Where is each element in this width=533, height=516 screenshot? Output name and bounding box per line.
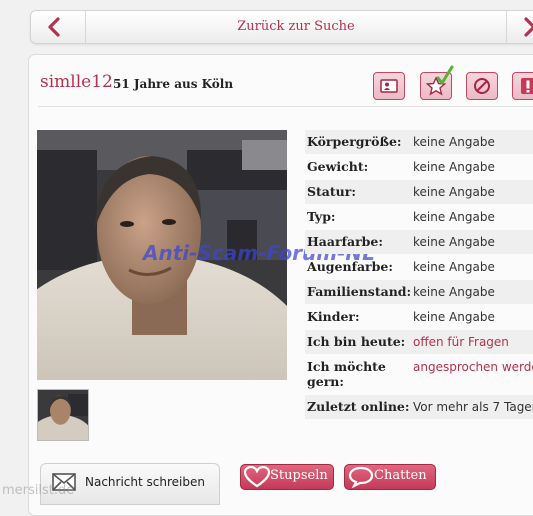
- detail-value-children: keine Angabe: [413, 310, 495, 324]
- photo-card-button[interactable]: [373, 72, 405, 100]
- detail-label-last-online: Zuletzt online:: [307, 399, 410, 414]
- block-button[interactable]: [466, 72, 498, 100]
- report-icon: [521, 78, 533, 94]
- detail-value-build: keine Angabe: [413, 185, 495, 199]
- chatten-button[interactable]: Chatten: [344, 464, 436, 490]
- speech-bubble-icon: [348, 466, 374, 488]
- report-button[interactable]: [512, 72, 533, 100]
- photo-thumbnail[interactable]: [37, 389, 89, 441]
- detail-label-hair-color: Haarfarbe:: [307, 234, 383, 249]
- chevron-right-icon: [524, 17, 533, 37]
- detail-value-weight: keine Angabe: [413, 160, 495, 174]
- detail-label-eye-color: Augenfarbe:: [307, 259, 393, 274]
- footer-watermark: mersilst.de: [2, 483, 75, 498]
- header-divider: [38, 106, 533, 107]
- detail-value-eye-color: keine Angabe: [413, 260, 495, 274]
- detail-value-last-online: Vor mehr als 7 Tagen: [413, 400, 533, 414]
- next-button[interactable]: [506, 11, 533, 43]
- back-button[interactable]: [31, 11, 86, 43]
- favorite-star-icon: [425, 65, 454, 96]
- chatten-label: Chatten: [374, 468, 427, 483]
- block-icon: [474, 78, 490, 94]
- detail-label-mood-today: Ich bin heute:: [307, 334, 406, 349]
- detail-value-type: keine Angabe: [413, 210, 495, 224]
- favorite-button[interactable]: [420, 65, 454, 100]
- detail-label-type: Typ:: [307, 209, 336, 224]
- write-message-label: Nachricht schreiben: [85, 475, 205, 489]
- detail-label-weight: Gewicht:: [307, 159, 369, 174]
- detail-label-height: Körpergröße:: [307, 134, 402, 149]
- back-to-search-link[interactable]: Zurück zur Suche: [85, 11, 507, 43]
- detail-label-build: Statur:: [307, 184, 356, 199]
- detail-value-height: keine Angabe: [413, 135, 495, 149]
- detail-label-marital-status: Familienstand:: [307, 284, 412, 299]
- photo-card-icon: [380, 79, 398, 93]
- chevron-left-icon: [48, 17, 60, 37]
- thumbnail-image: [38, 390, 88, 440]
- detail-label-children: Kinder:: [307, 309, 360, 324]
- detail-value-marital-status: keine Angabe: [413, 285, 495, 299]
- heart-icon: [244, 466, 270, 488]
- detail-label-wish: Ich möchte gern:: [307, 359, 386, 389]
- detail-value-wish[interactable]: angesprochen werden: [413, 360, 533, 375]
- profile-age-location: 51 Jahre aus Köln: [113, 77, 234, 91]
- top-nav-bar: Zurück zur Suche: [30, 10, 533, 44]
- profile-username: simlle12: [40, 72, 113, 92]
- stupseln-label: Stupseln: [270, 468, 328, 483]
- stupseln-button[interactable]: Stupseln: [240, 464, 334, 490]
- detail-value-hair-color: keine Angabe: [413, 235, 495, 249]
- detail-value-mood-today[interactable]: offen für Fragen: [413, 335, 533, 350]
